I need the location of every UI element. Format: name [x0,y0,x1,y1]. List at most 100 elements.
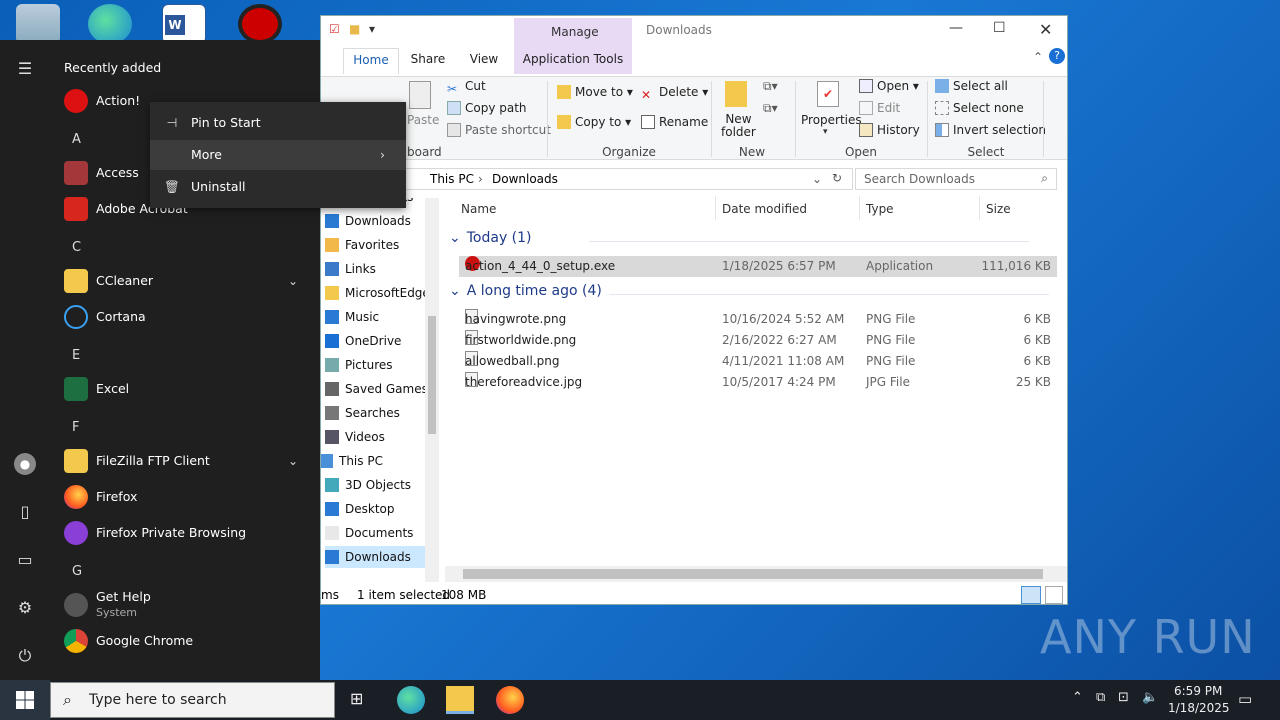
tab-application-tools[interactable]: Application Tools [514,48,632,74]
open-button[interactable]: Open ▾ [859,79,919,93]
large-icons-view-icon[interactable] [1045,586,1063,604]
file-type: JPG File [866,375,910,389]
paste-shortcut-button[interactable]: Paste shortcut [447,123,551,137]
nav-item[interactable]: Documents [325,522,413,544]
refresh-icon[interactable]: ↻ [832,171,842,185]
move-to-button[interactable]: Move to ▾ [557,85,633,99]
nav-item[interactable]: Downloads [325,546,425,568]
cut-button[interactable]: ✂ Cut [447,79,486,96]
copy-path-button[interactable]: Copy path [447,101,527,115]
nav-item[interactable]: Desktop [325,498,395,520]
search-input[interactable]: Search Downloads ⌕ [855,168,1057,190]
settings-icon[interactable]: ⚙ [14,597,36,619]
show-hidden-icons-icon[interactable]: ⌃ [1072,690,1083,705]
edge-icon[interactable] [397,686,425,714]
nav-item[interactable]: Pictures [325,354,393,376]
tab-view[interactable]: View [461,48,507,74]
action-icon[interactable] [238,4,282,44]
close-button[interactable]: ✕ [1039,20,1052,39]
delete-button[interactable]: ✕ Delete ▾ [641,85,708,102]
ribbon-collapse-icon[interactable]: ⌃ [1033,50,1043,64]
nav-item[interactable]: This PC [321,450,383,472]
group-header[interactable]: ⌄ Today (1) [449,230,1057,252]
notifications-icon[interactable]: ▭ [1238,690,1252,708]
help-icon[interactable]: ? [1049,48,1065,64]
history-button[interactable]: History [859,123,920,137]
nav-item[interactable]: Searches [325,402,400,424]
select-none-button[interactable]: Select none [935,101,1024,115]
properties-button[interactable]: Properties [801,113,862,127]
details-view-icon[interactable] [1021,586,1041,604]
new-item-icon[interactable]: ⧉▾ [763,79,778,94]
select-all-button[interactable]: Select all [935,79,1008,93]
file-row[interactable]: firstworldwide.png 2/16/2022 6:27 AM PNG F… [459,330,1057,351]
task-view-icon[interactable]: ⊞ [350,689,363,708]
nav-item[interactable]: Music [325,306,379,328]
chevron-down-icon[interactable]: ⌄ [288,454,298,468]
address-bar[interactable]: › This PC › Downloads ⌄ ↻ [361,168,853,190]
more-item[interactable]: More › [150,140,406,170]
network-icon[interactable]: ⊡ [1118,690,1129,705]
pictures-icon[interactable]: ▭ [14,549,36,571]
file-row[interactable]: allowedball.png 4/11/2021 11:08 AM PNG Fil… [459,351,1057,372]
copy-to-button[interactable]: Copy to ▾ [557,115,631,129]
letter-e[interactable]: E [72,348,80,363]
column-size[interactable]: Size [986,202,1011,216]
new-folder-button[interactable]: New folder [721,113,756,139]
group-header[interactable]: ⌄ A long time ago (4) [449,283,1057,305]
taskbar-search-input[interactable]: ⌕ Type here to search [50,682,335,718]
power-icon[interactable]: ⏻ [14,645,36,667]
breadcrumb-this-pc[interactable]: This PC [430,172,474,186]
nav-item[interactable]: Links [325,258,376,280]
clock-date[interactable]: 1/18/2025 [1168,701,1230,715]
pin-to-start-item[interactable]: ⊣ Pin to Start [150,108,406,138]
column-date[interactable]: Date modified [722,202,807,216]
documents-icon[interactable]: ▯ [14,501,36,523]
user-icon[interactable]: ● [14,453,36,475]
properties-qa-icon[interactable]: ☑ [329,22,340,36]
nav-item[interactable]: MicrosoftEdge [325,282,430,304]
nav-item[interactable]: Videos [325,426,385,448]
letter-f[interactable]: F [72,420,79,435]
nav-item[interactable]: Downloads [325,210,411,232]
nav-scrollbar[interactable] [425,198,439,582]
edge-icon[interactable] [88,4,132,44]
easy-access-icon[interactable]: ⧉▾ [763,101,778,116]
letter-g[interactable]: G [72,564,82,579]
address-dropdown-icon[interactable]: ⌄ [812,172,822,186]
chevron-down-icon[interactable]: ⌄ [288,274,298,288]
edit-button[interactable]: Edit [859,101,900,115]
minimize-button[interactable]: — [949,20,963,36]
volume-icon[interactable]: 🔈 [1142,690,1158,705]
nav-item[interactable]: OneDrive [325,330,401,352]
device-icon[interactable]: ⧉ [1096,690,1105,705]
rename-button[interactable]: Rename [641,115,708,129]
letter-a[interactable]: A [72,132,81,147]
tab-share[interactable]: Share [405,48,451,74]
maximize-button[interactable]: ☐ [993,20,1006,36]
file-row[interactable]: action_4_44_0_setup.exe 1/18/2025 6:57 PM… [459,256,1057,277]
hamburger-icon[interactable]: ☰ [14,58,36,80]
firefox-icon[interactable] [496,686,524,714]
file-row[interactable]: havingwrote.png 10/16/2024 5:52 AM PNG Fil… [459,309,1057,330]
letter-c[interactable]: C [72,240,81,255]
clock-time[interactable]: 6:59 PM [1174,684,1222,698]
breadcrumb-downloads[interactable]: Downloads [492,172,558,186]
tab-home[interactable]: Home [343,48,399,74]
uninstall-item[interactable]: 🗑 Uninstall [150,172,406,202]
paste-button[interactable]: Paste [407,113,439,127]
nav-item[interactable]: 3D Objects [325,474,411,496]
invert-selection-button[interactable]: Invert selection [935,123,1046,137]
column-name[interactable]: Name [461,202,496,216]
folder-qa-icon[interactable]: ■ [349,22,360,36]
nav-item[interactable]: Favorites [325,234,399,256]
word-icon[interactable]: W [162,4,206,44]
start-button[interactable] [0,680,50,720]
recycle-bin-icon[interactable] [16,4,60,44]
horizontal-scrollbar[interactable] [445,566,1067,582]
file-row[interactable]: thereforeadvice.jpg 10/5/2017 4:24 PM JPG … [459,372,1057,393]
nav-item[interactable]: Saved Games [325,378,428,400]
qa-dropdown-icon[interactable]: ▾ [369,22,375,36]
file-explorer-icon[interactable] [446,686,474,714]
column-type[interactable]: Type [866,202,894,216]
